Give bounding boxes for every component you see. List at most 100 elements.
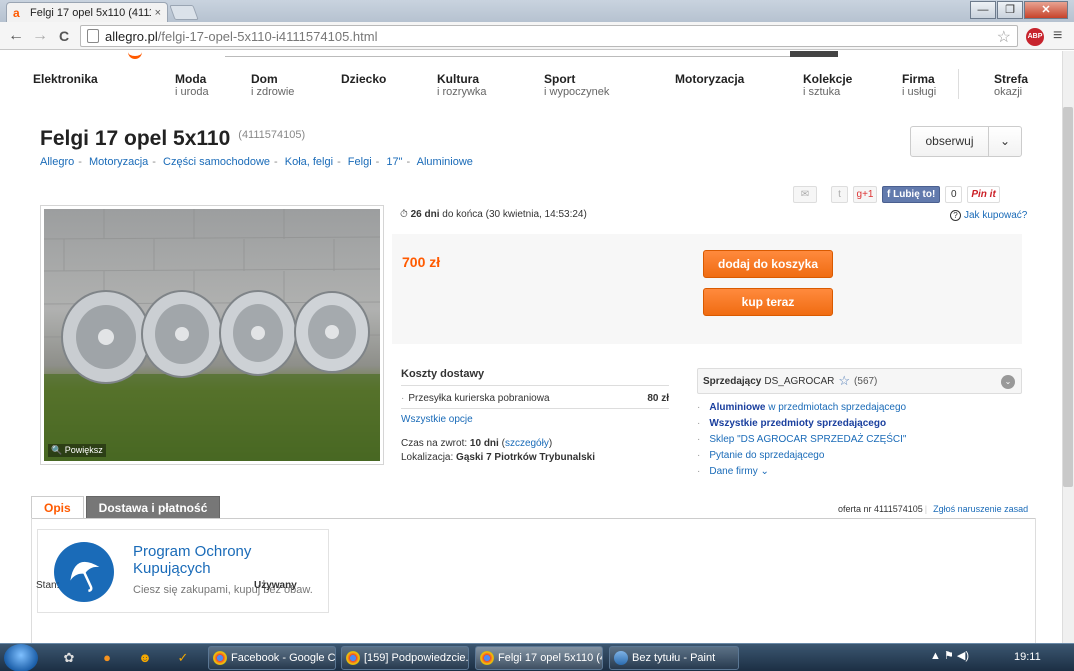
chrome-icon xyxy=(213,651,227,665)
return-details-link[interactable]: szczegóły xyxy=(505,438,549,449)
taskbar-item-forum[interactable]: [159] Podpowiedzcie... xyxy=(341,646,469,670)
app-icon[interactable]: ✿ xyxy=(60,649,78,667)
chevron-down-icon[interactable]: ⌄ xyxy=(989,127,1021,156)
browser-tab[interactable]: a Felgi 17 opel 5x110 (41115 × xyxy=(6,2,168,22)
tab-dostawa[interactable]: Dostawa i płatność xyxy=(85,496,221,518)
breadcrumb-czesci[interactable]: Części samochodowe xyxy=(163,156,270,168)
buyer-protection-box[interactable]: Program Ochrony Kupujących Ciesz się zak… xyxy=(37,529,329,613)
reload-icon[interactable]: C xyxy=(54,26,74,46)
item-title: Felgi 17 opel 5x110 xyxy=(40,127,231,150)
category-motoryzacja[interactable]: Motoryzacja xyxy=(675,73,744,86)
shipping-row: Przesyłka kurierska pobraniowa 80 zł xyxy=(401,386,669,409)
seller-link-all-items[interactable]: Wszystkie przedmioty sprzedającego xyxy=(697,418,906,429)
seller-link-shop[interactable]: Sklep "DS AGROCAR SPRZEDAŻ CZĘŚCI" xyxy=(697,434,906,445)
system-tray[interactable]: ▲ ⚑ ◀) xyxy=(930,649,969,662)
gplus-button[interactable]: g+1 xyxy=(853,186,877,203)
zoom-button[interactable]: 🔍 Powiększ xyxy=(48,444,106,457)
return-label: Czas na zwrot: xyxy=(401,438,468,449)
minimize-button[interactable]: — xyxy=(970,1,996,19)
add-to-cart-button[interactable]: dodaj do koszyka xyxy=(703,250,833,278)
breadcrumb-allegro[interactable]: Allegro xyxy=(40,156,74,168)
tab-opis[interactable]: Opis xyxy=(31,496,84,518)
condition-value: Używany xyxy=(254,580,297,591)
browser-menu-icon[interactable]: ≡ xyxy=(1053,27,1062,45)
bookmark-star-icon[interactable]: ☆ xyxy=(997,27,1011,47)
firefox-icon[interactable]: ● xyxy=(98,649,116,667)
maximize-button[interactable]: ❐ xyxy=(997,1,1023,19)
twitter-icon[interactable]: t xyxy=(831,186,848,203)
breadcrumb-separator: - xyxy=(337,156,341,168)
new-tab-button[interactable] xyxy=(169,5,199,20)
seller-box[interactable]: Sprzedający DS_AGROCAR ☆ (567) ⌄ xyxy=(697,368,1022,394)
chevron-down-icon[interactable]: ⌄ xyxy=(1001,375,1015,389)
social-bar: ✉ t g+1 f Lubię to! 0 Pin it xyxy=(788,186,1000,203)
pinterest-button[interactable]: Pin it xyxy=(967,186,1000,203)
scrollbar[interactable] xyxy=(1062,51,1074,643)
fb-like-label: Lubię to! xyxy=(893,189,936,200)
category-kolekcje[interactable]: Kolekcje i sztuka xyxy=(803,73,852,98)
search-input[interactable] xyxy=(225,51,837,57)
protection-title[interactable]: Program Ochrony Kupujących xyxy=(133,543,303,577)
seller-link-aluminiowe[interactable]: Aluminiowe w przedmiotach sprzedającego xyxy=(697,402,906,413)
breadcrumb-kola-felgi[interactable]: Koła, felgi xyxy=(285,156,333,168)
offer-number-label: oferta nr 4111574105 xyxy=(838,504,923,514)
umbrella-icon xyxy=(54,542,114,602)
category-moda[interactable]: Moda i uroda xyxy=(175,73,209,98)
item-photo[interactable]: 🔍 Powiększ xyxy=(40,205,384,465)
seller-score[interactable]: (567) xyxy=(854,376,877,387)
breadcrumb-separator: - xyxy=(274,156,278,168)
seller-link-company-data[interactable]: Dane firmy ⌄ xyxy=(697,466,906,477)
adblock-icon[interactable]: ABP xyxy=(1026,28,1044,46)
category-elektronika[interactable]: Elektronika xyxy=(33,73,98,86)
url-path: /felgi-17-opel-5x110-i4111574105.html xyxy=(157,28,378,44)
seller-nick[interactable]: DS_AGROCAR xyxy=(764,376,834,387)
wheels-image[interactable]: 🔍 Powiększ xyxy=(44,209,380,461)
breadcrumb-felgi[interactable]: Felgi xyxy=(348,156,372,168)
taskbar-item-allegro[interactable]: Felgi 17 opel 5x110 (4... xyxy=(475,646,603,670)
tab-close-icon[interactable]: × xyxy=(155,7,161,19)
watch-label[interactable]: obserwuj xyxy=(911,127,989,156)
how-to-buy-link[interactable]: ? Jak kupować? xyxy=(950,210,1027,221)
category-kultura[interactable]: Kultura i rozrywka xyxy=(437,73,487,98)
clock[interactable]: 19:11 xyxy=(1014,651,1041,663)
category-sport[interactable]: Sport i wypoczynek xyxy=(544,73,609,98)
allegro-logo[interactable] xyxy=(128,51,142,59)
taskbar-item-paint[interactable]: Bez tytułu - Paint xyxy=(609,646,739,670)
fb-like-count: 0 xyxy=(945,186,963,203)
seller-link-question[interactable]: Pytanie do sprzedającego xyxy=(697,450,906,461)
app-icon[interactable]: ✓ xyxy=(174,649,192,667)
breadcrumb-aluminiowe[interactable]: Aluminiowe xyxy=(417,156,473,168)
back-icon[interactable]: ← xyxy=(6,26,26,46)
category-dom[interactable]: Dom i zdrowie xyxy=(251,73,294,98)
time-left-end: do końca (30 kwietnia, 14:53:24) xyxy=(439,209,587,220)
email-icon[interactable]: ✉ xyxy=(793,186,817,203)
start-button[interactable] xyxy=(4,644,38,671)
forward-icon[interactable]: → xyxy=(30,26,50,46)
category-strefa-okazji[interactable]: Strefa okazji xyxy=(994,73,1028,98)
scrollbar-thumb[interactable] xyxy=(1063,107,1073,487)
app-icon[interactable]: ☻ xyxy=(136,649,154,667)
report-link[interactable]: Zgłoś naruszenie zasad xyxy=(933,504,1028,514)
window-titlebar: a Felgi 17 opel 5x110 (41115 × — ❐ ✕ xyxy=(0,0,1074,22)
buy-now-button[interactable]: kup teraz xyxy=(703,288,833,316)
time-left: ⏱ 26 dni do końca (30 kwietnia, 14:53:24… xyxy=(400,209,587,220)
shipping-heading: Koszty dostawy xyxy=(401,368,669,386)
browser-toolbar: ← → C allegro.pl/felgi-17-opel-5x110-i41… xyxy=(0,22,1074,50)
taskbar-item-facebook[interactable]: Facebook - Google C... xyxy=(208,646,336,670)
address-bar[interactable]: allegro.pl/felgi-17-opel-5x110-i41115741… xyxy=(80,25,1018,47)
location-label: Lokalizacja: xyxy=(401,452,454,463)
category-dziecko[interactable]: Dziecko xyxy=(341,73,386,86)
shipping-section: Koszty dostawy Przesyłka kurierska pobra… xyxy=(401,368,669,463)
location-value: Gąski 7 Piotrków Trybunalski xyxy=(456,452,595,463)
search-button[interactable] xyxy=(790,51,838,57)
category-firma[interactable]: Firma i usługi xyxy=(902,73,936,98)
all-shipping-options-link[interactable]: Wszystkie opcje xyxy=(401,414,669,425)
offer-number: oferta nr 4111574105 | Zgłoś naruszenie za… xyxy=(838,504,1028,514)
breadcrumb-17[interactable]: 17" xyxy=(386,156,402,168)
return-value: 10 dni xyxy=(469,438,499,449)
seller-label: Sprzedający xyxy=(703,375,762,387)
breadcrumb-motoryzacja[interactable]: Motoryzacja xyxy=(89,156,148,168)
watch-button[interactable]: obserwuj ⌄ xyxy=(910,126,1022,157)
facebook-like-button[interactable]: f Lubię to! xyxy=(882,186,941,203)
close-window-button[interactable]: ✕ xyxy=(1024,1,1068,19)
